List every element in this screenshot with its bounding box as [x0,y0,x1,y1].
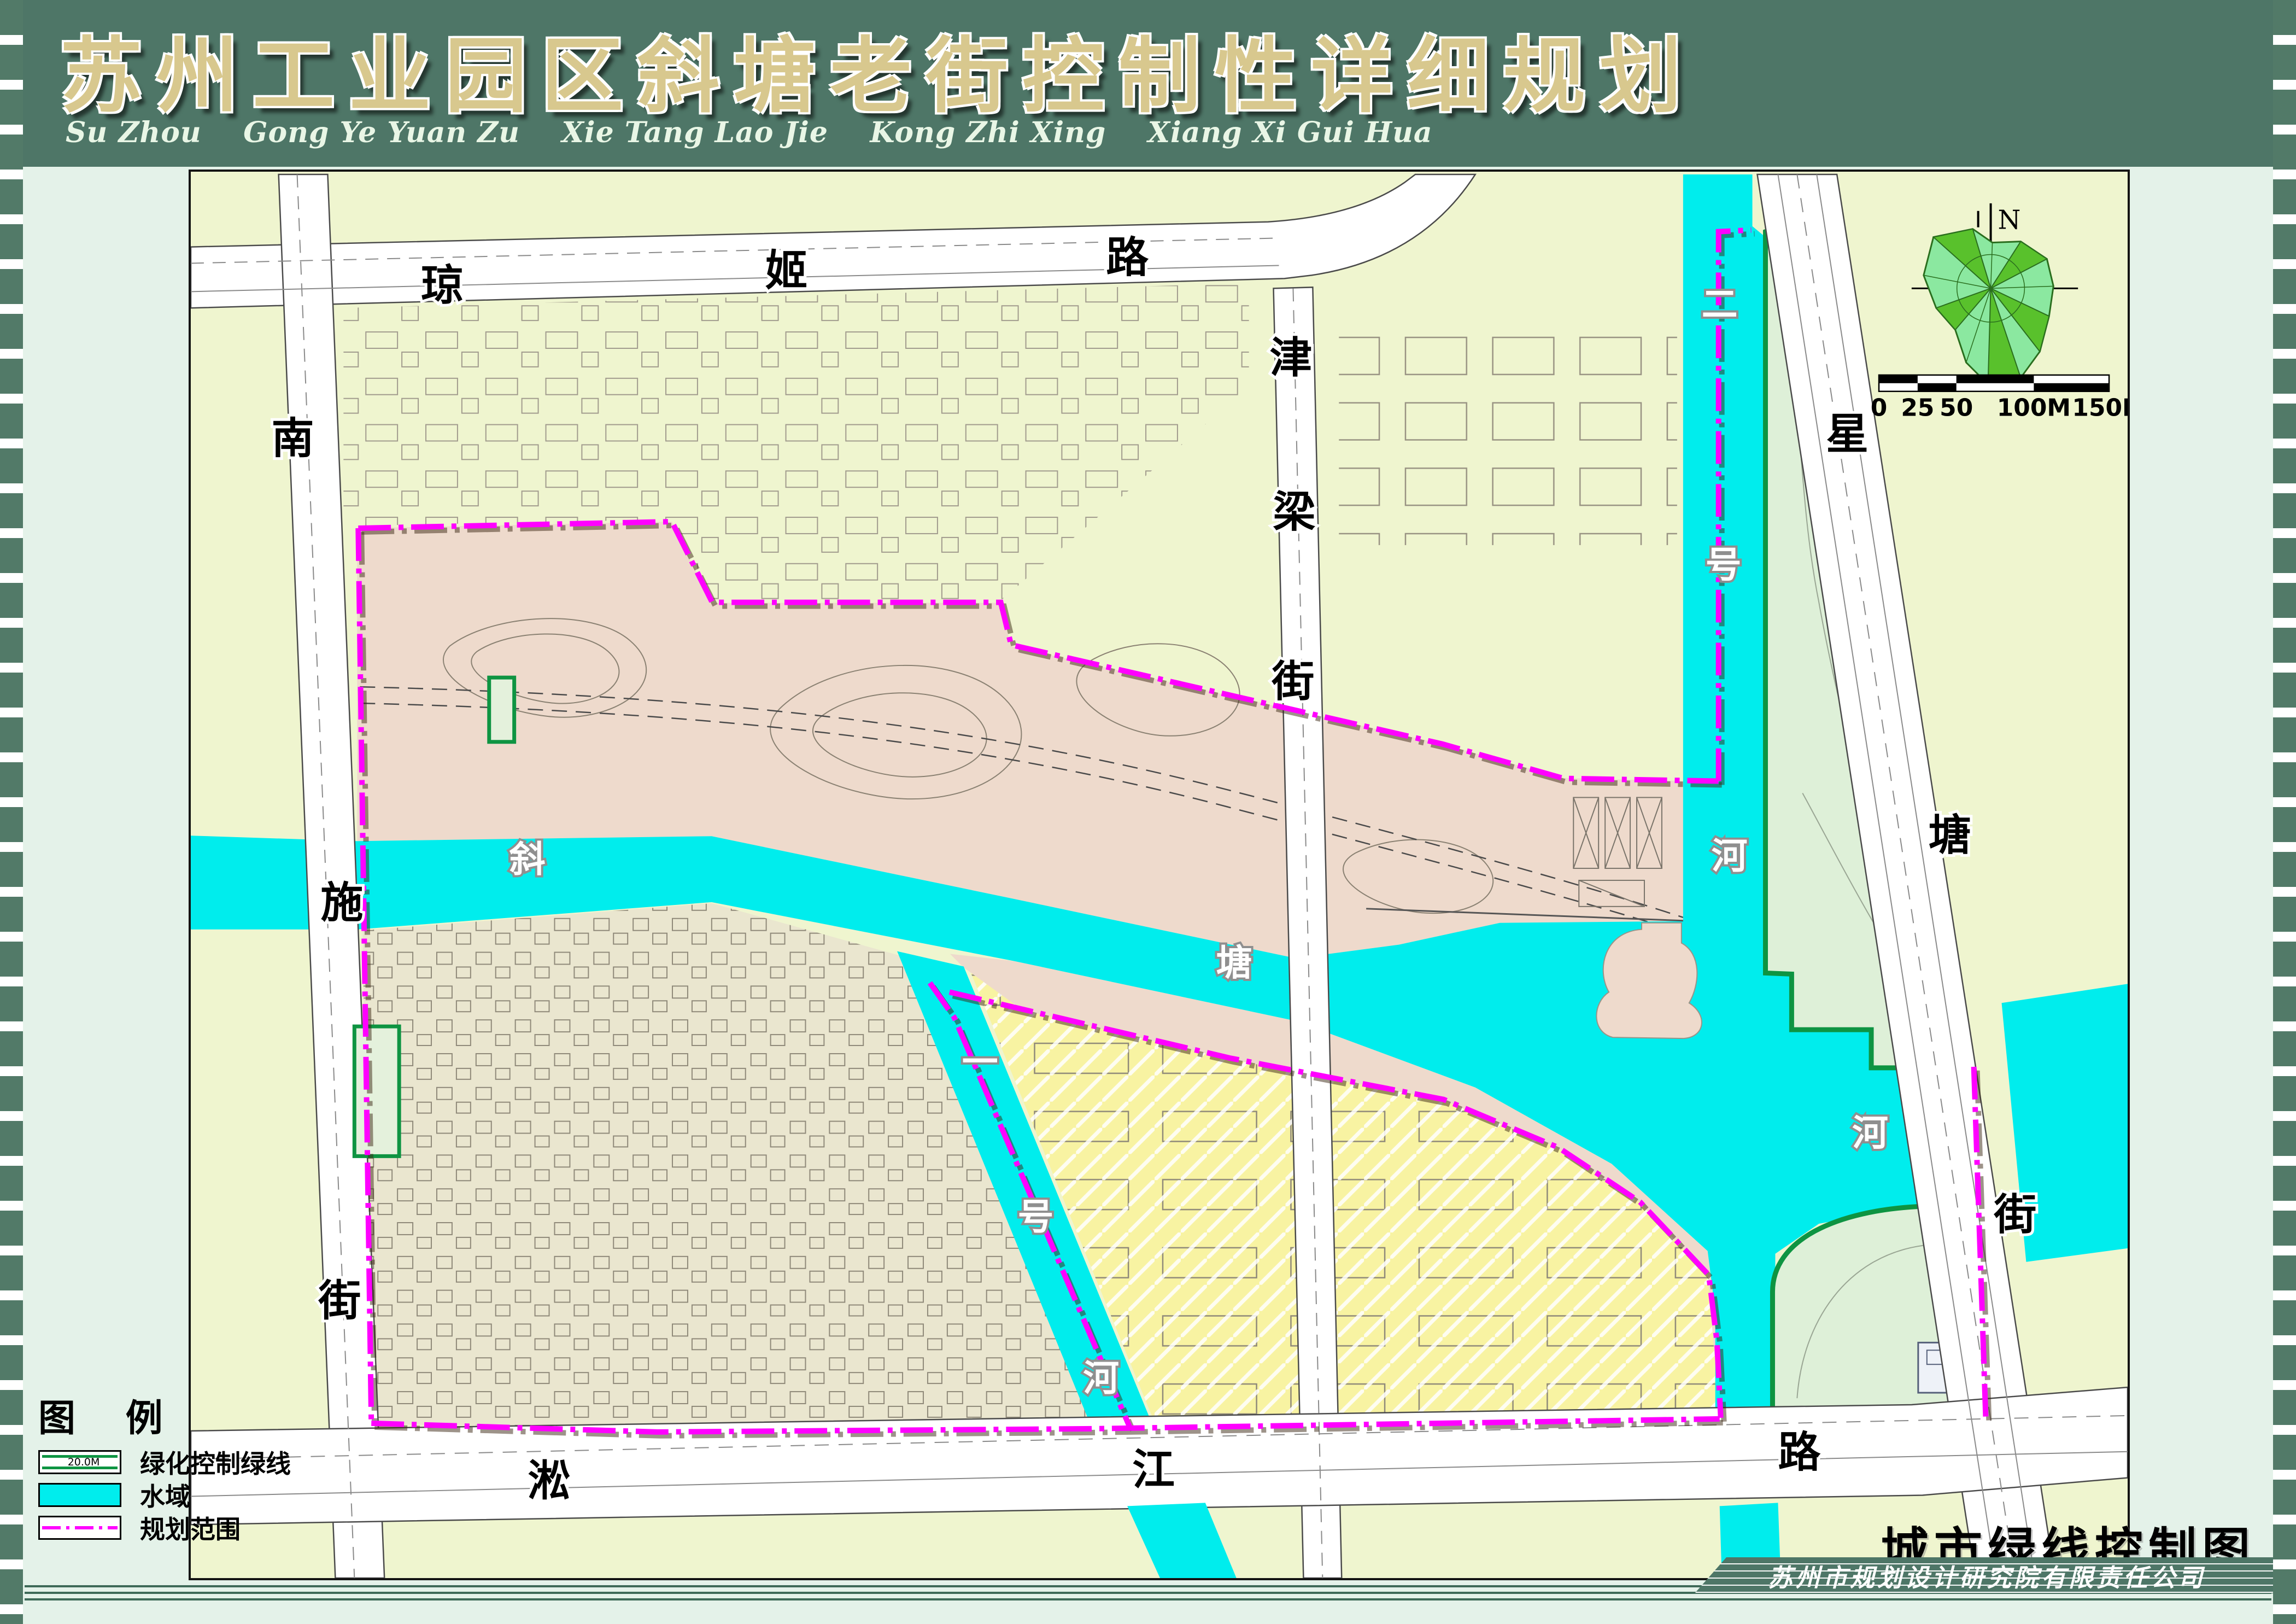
label-erhao-3: 河 [1712,834,1748,877]
label-songjiang-1: 淞 [528,1456,571,1506]
label-erhao-2: 号 [1706,544,1742,586]
company-name: 苏州市规划设计研究院有限责任公司 [1768,1558,2205,1593]
label-yihao-3: 河 [1083,1357,1119,1399]
label-yihao-2: 号 [1018,1195,1054,1238]
green-line-note: 20.0M [68,1456,100,1468]
label-jinliang-3: 街 [1272,657,1315,706]
scale-50: 50 [1940,394,1973,422]
map-svg: 琼 姬 路 南 施 街 津 梁 街 星 塘 街 淞 江 路 斜 塘 河 二 号 … [191,172,2128,1578]
green-control-rect-west [354,1026,399,1156]
company-band: 苏州市规划设计研究院有限责任公司 [1695,1557,2279,1593]
page-title: 苏州工业园区斜塘老街控制性详细规划 [60,10,1696,128]
label-xietang-1: 斜 [509,838,546,880]
legend-title: 图 例 [38,1388,291,1442]
label-xietang-2: 塘 [1216,941,1252,984]
film-strip-border-right [2273,0,2296,1624]
planning-map-sheet: 苏州工业园区斜塘老街控制性详细规划 Su Zhou Gong Ye Yuan Z… [0,0,2296,1624]
label-qiongji-1: 琼 [421,260,464,310]
film-strip-border-left [0,0,23,1624]
scale-25: 25 [1901,394,1934,422]
legend-item-boundary: 规划范围 [38,1515,291,1540]
label-nanshi-3: 街 [318,1276,361,1326]
legend-label-water: 水域 [140,1477,190,1513]
boundary-swatch [38,1516,121,1540]
label-jinliang-2: 梁 [1273,487,1316,537]
scale-150: 150M [2072,394,2128,422]
legend-item-green-line: 20.0M 绿化控制绿线 [38,1450,291,1475]
scale-bar: 0 25 50 100M 150M [1871,375,2128,422]
label-xietang-3: 河 [1852,1111,1888,1154]
north-label: N [1998,206,2021,236]
label-xingtang-2: 塘 [1929,810,1971,860]
label-xingtang-1: 星 [1826,409,1869,459]
legend-label-green-line: 绿化控制绿线 [140,1444,291,1480]
label-songjiang-3: 路 [1778,1428,1820,1477]
legend-label-boundary: 规划范围 [140,1510,241,1546]
label-qiongji-2: 姬 [765,246,808,295]
label-xingtang-3: 街 [1994,1190,2037,1240]
water-swatch [38,1483,121,1507]
page-subtitle-pinyin: Su Zhou Gong Ye Yuan Zu Xie Tang Lao Jie… [66,116,1433,149]
green-line-swatch: 20.0M [38,1450,121,1474]
compound-area-northeast [1339,311,1677,545]
label-songjiang-2: 江 [1132,1445,1175,1495]
header-band: 苏州工业园区斜塘老街控制性详细规划 Su Zhou Gong Ye Yuan Z… [23,0,2273,167]
label-nanshi-2: 施 [320,878,363,928]
scale-0: 0 [1871,394,1888,422]
label-nanshi-1: 南 [272,413,314,463]
green-control-rect-north [489,677,514,742]
scale-100: 100M [1997,394,2071,422]
legend-item-water: 水域 [38,1482,291,1508]
label-qiongji-3: 路 [1106,232,1149,282]
legend: 图 例 20.0M 绿化控制绿线 水域 规划范围 [38,1388,291,1540]
label-erhao-1: 二 [1702,283,1738,325]
label-yihao-1: 一 [962,1041,998,1083]
map-canvas: 琼 姬 路 南 施 街 津 梁 街 星 塘 街 淞 江 路 斜 塘 河 二 号 … [189,170,2130,1580]
label-jinliang-1: 津 [1270,333,1313,383]
